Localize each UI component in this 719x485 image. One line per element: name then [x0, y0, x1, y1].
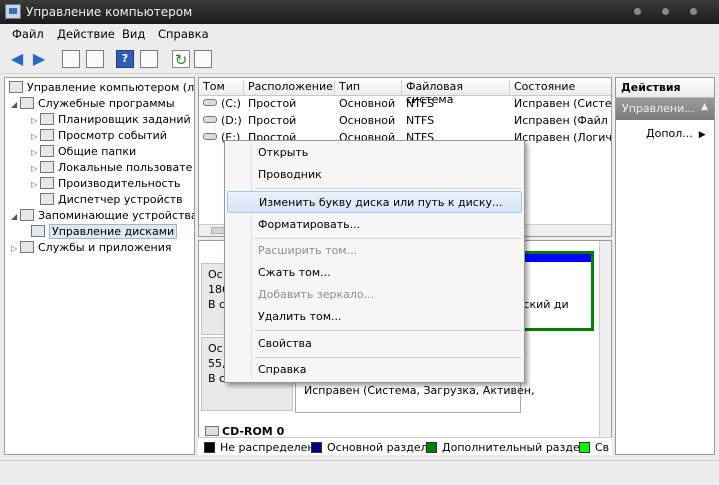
menu-help[interactable]: Справка — [158, 27, 209, 41]
tools-icon — [20, 97, 34, 109]
console-tree: Управление компьютером (ло ◢ Служебные пр… — [4, 77, 195, 455]
drive-icon — [203, 99, 217, 106]
cdrom-icon — [205, 426, 219, 436]
menu-view[interactable]: Вид — [122, 27, 145, 41]
tree-shared-folders[interactable]: ▷ Общие папки — [31, 144, 136, 160]
legend-swatch-free — [579, 442, 590, 453]
actions-more[interactable]: Допол... ▶ — [646, 127, 706, 140]
help-icon[interactable]: ? — [116, 50, 134, 68]
tree-services-apps[interactable]: ▷ Службы и приложения — [11, 240, 171, 256]
expand-icon[interactable]: ▷ — [31, 113, 40, 129]
drive-icon — [203, 133, 217, 140]
volume-row-c[interactable]: (C:) Простой Основной NTFS Исправен (Сис… — [199, 96, 611, 113]
menu-separator — [255, 188, 521, 189]
show-hide-tree-icon[interactable] — [86, 50, 104, 68]
clock-icon — [40, 113, 54, 125]
tree-disk-management[interactable]: Управление дисками — [31, 224, 178, 240]
title-bar: Управление компьютером — [0, 0, 719, 24]
disk-management-icon — [31, 225, 45, 237]
submenu-arrow-icon: ▶ — [698, 130, 706, 140]
maximize-button[interactable] — [662, 8, 669, 15]
actions-disk-management[interactable]: Управлени... ▲ — [616, 98, 714, 120]
window-title: Управление компьютером — [26, 5, 193, 19]
close-button[interactable] — [690, 8, 697, 15]
volume-list-header: Том Расположение Тип Файловая система Со… — [199, 78, 611, 106]
menu-bar: Файл Действие Вид Справка — [0, 24, 719, 44]
disk-1-primary-partition[interactable]: Исправен (Система, Загрузка, Активен, — [295, 379, 534, 413]
actions-header: Действия — [616, 78, 714, 98]
users-icon — [40, 161, 54, 173]
expand-icon[interactable]: ▷ — [31, 177, 40, 193]
properties-icon[interactable] — [194, 50, 212, 68]
tree-root[interactable]: Управление компьютером (ло — [9, 80, 194, 96]
legend-swatch-extended — [426, 442, 437, 453]
menu-item-open[interactable]: Открыть — [227, 142, 522, 164]
tree-system-tools[interactable]: ◢ Служебные программы — [11, 96, 175, 112]
menu-item-extend-volume[interactable]: Расширить том... — [227, 240, 522, 262]
menu-separator — [255, 238, 521, 239]
col-status[interactable]: Состояние — [510, 80, 611, 96]
menu-item-explorer[interactable]: Проводник — [227, 164, 522, 186]
disk-view-vscrollbar[interactable] — [599, 241, 611, 454]
drive-icon — [203, 116, 217, 123]
show-hide-action-pane-icon[interactable] — [140, 50, 158, 68]
expand-icon[interactable]: ▷ — [31, 145, 40, 161]
menu-item-delete-volume[interactable]: Удалить том... — [227, 306, 522, 328]
collapse-arrow-icon[interactable]: ▲ — [701, 102, 708, 112]
volume-row-d[interactable]: (D:) Простой Основной NTFS Исправен (Фай… — [199, 113, 611, 130]
menu-item-help[interactable]: Справка — [227, 359, 522, 381]
legend-swatch-primary — [311, 442, 322, 453]
col-type[interactable]: Тип — [335, 80, 402, 96]
menu-separator — [255, 330, 521, 331]
expand-icon[interactable]: ▷ — [31, 161, 40, 177]
tree-event-viewer[interactable]: ▷ Просмотр событий — [31, 128, 167, 144]
device-manager-icon — [40, 193, 54, 205]
toolbar: ◀ ▶ ? ↻ — [0, 44, 719, 74]
computer-management-icon — [5, 4, 21, 19]
menu-item-format[interactable]: Форматировать... — [227, 214, 522, 236]
tree-device-manager[interactable]: Диспетчер устройств — [40, 192, 183, 208]
shared-folder-icon — [40, 145, 54, 157]
performance-icon — [40, 177, 54, 189]
expand-icon[interactable]: ▷ — [11, 241, 20, 257]
menu-item-shrink-volume[interactable]: Сжать том... — [227, 262, 522, 284]
col-filesystem[interactable]: Файловая система — [402, 80, 510, 106]
disk-legend: Не распределен Основной раздел Дополните… — [198, 437, 612, 455]
menu-item-change-drive-letter[interactable]: Изменить букву диска или путь к диску... — [227, 191, 522, 213]
tree-local-users[interactable]: ▷ Локальные пользовате — [31, 160, 192, 176]
expand-icon[interactable]: ▷ — [31, 129, 40, 145]
computer-management-window: Управление компьютером Файл Действие Вид… — [0, 0, 719, 485]
menu-item-properties[interactable]: Свойства — [227, 333, 522, 355]
refresh-icon[interactable]: ↻ — [172, 50, 190, 69]
menu-action[interactable]: Действие — [57, 27, 115, 41]
menu-file[interactable]: Файл — [12, 27, 44, 41]
up-folder-icon[interactable] — [62, 50, 80, 68]
storage-icon — [20, 209, 34, 221]
minimize-button[interactable] — [634, 8, 641, 15]
tree-task-scheduler[interactable]: ▷ Планировщик заданий — [31, 112, 191, 128]
context-menu: Открыть Проводник Изменить букву диска и… — [224, 140, 525, 383]
menu-separator — [255, 357, 521, 358]
col-layout[interactable]: Расположение — [244, 80, 335, 96]
legend-swatch-unallocated — [204, 442, 215, 453]
back-arrow-icon[interactable]: ◀ — [8, 50, 26, 68]
event-viewer-icon — [40, 129, 54, 141]
services-icon — [20, 241, 34, 253]
computer-icon — [9, 81, 23, 93]
tree-storage[interactable]: ◢ Запоминающие устройства — [11, 208, 194, 225]
tree-performance[interactable]: ▷ Производительность — [31, 176, 181, 192]
actions-pane: Действия Управлени... ▲ Допол... ▶ — [615, 77, 715, 455]
collapse-icon[interactable]: ◢ — [11, 209, 20, 225]
forward-arrow-icon[interactable]: ▶ — [30, 50, 48, 68]
menu-item-add-mirror[interactable]: Добавить зеркало... — [227, 284, 522, 306]
status-bar — [0, 460, 719, 485]
collapse-icon[interactable]: ◢ — [11, 97, 20, 113]
col-volume[interactable]: Том — [199, 80, 244, 96]
